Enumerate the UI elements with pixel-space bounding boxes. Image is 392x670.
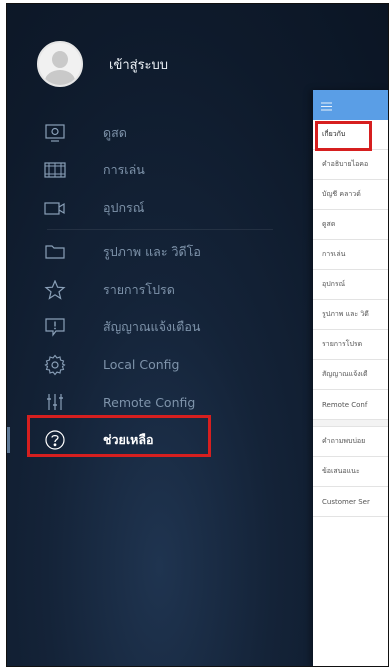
- help-item-about[interactable]: เกี่ยวกับ: [313, 120, 388, 150]
- help-item-cloud-account[interactable]: บัญชี คลาวด์: [313, 180, 388, 210]
- sidebar-item-alarm[interactable]: สัญญาณแจ้งเตือน: [7, 309, 313, 347]
- sidebar-item-playback[interactable]: การเล่น: [7, 152, 313, 190]
- sidebar-item-label: ช่วยเหลือ: [103, 431, 154, 447]
- folder-icon: [43, 241, 67, 263]
- sidebar-item-label: สัญญาณแจ้งเตือน: [103, 319, 201, 335]
- star-icon: [43, 279, 67, 301]
- sidebar-item-label: อุปกรณ์: [103, 199, 145, 215]
- sidebar-item-devices[interactable]: อุปกรณ์: [7, 189, 313, 227]
- sidebar-item-label: รูปภาพ และ วิดีโอ: [103, 244, 201, 260]
- help-item-alarm[interactable]: สัญญาณแจ้งเตื: [313, 360, 388, 390]
- help-item-live-view[interactable]: ดูสด: [313, 210, 388, 240]
- app-frame: เข้าสู่ระบบ ดูสด การเล่น อุปกรณ์ รูปภาพ …: [6, 3, 389, 667]
- sidebar-item-local-config[interactable]: Local Config: [7, 346, 313, 384]
- help-item-customer-service[interactable]: Customer Ser: [313, 487, 388, 517]
- sidebar-item-live-view[interactable]: ดูสด: [7, 114, 313, 152]
- sidebar-item-help[interactable]: ช่วยเหลือ: [7, 421, 313, 459]
- camera-icon: [43, 197, 67, 219]
- help-item-faq[interactable]: คำถามพบบ่อย: [313, 427, 388, 457]
- sidebar-item-label: การเล่น: [103, 162, 145, 178]
- help-panel: เกี่ยวกับ คำอธิบายไอคอ บัญชี คลาวด์ ดูสด…: [313, 90, 388, 666]
- help-item-pictures-videos[interactable]: รูปภาพ และ วิดี: [313, 300, 388, 330]
- sliders-icon: [43, 391, 67, 413]
- active-indicator: [7, 427, 10, 453]
- avatar-head: [52, 51, 68, 68]
- help-panel-gap: [313, 420, 388, 427]
- profile-row[interactable]: เข้าสู่ระบบ: [37, 40, 168, 88]
- help-item-remote-config[interactable]: Remote Conf: [313, 390, 388, 420]
- help-item-icon-description[interactable]: คำอธิบายไอคอ: [313, 150, 388, 180]
- help-item-devices[interactable]: อุปกรณ์: [313, 270, 388, 300]
- hamburger-icon[interactable]: [321, 96, 332, 115]
- help-item-feedback[interactable]: ข้อเสนอแนะ: [313, 457, 388, 487]
- menu-divider: [47, 228, 273, 230]
- sidebar-item-label: Local Config: [103, 357, 180, 373]
- avatar-body: [45, 70, 75, 85]
- monitor-icon: [43, 122, 67, 144]
- help-item-playback[interactable]: การเล่น: [313, 240, 388, 270]
- sidebar-item-remote-config[interactable]: Remote Config: [7, 384, 313, 422]
- help-item-favorites[interactable]: รายการโปรด: [313, 330, 388, 360]
- help-panel-list: เกี่ยวกับ คำอธิบายไอคอ บัญชี คลาวด์ ดูสด…: [313, 120, 388, 517]
- avatar[interactable]: [37, 41, 83, 87]
- login-label[interactable]: เข้าสู่ระบบ: [109, 54, 168, 75]
- alert-icon: [43, 316, 67, 338]
- sidebar-item-label: ดูสด: [103, 124, 127, 140]
- film-icon: [43, 159, 67, 181]
- sidebar-item-favorites[interactable]: รายการโปรด: [7, 271, 313, 309]
- sidebar-item-pictures-videos[interactable]: รูปภาพ และ วิดีโอ: [7, 234, 313, 272]
- sidebar-item-label: รายการโปรด: [103, 281, 175, 297]
- help-icon: [43, 429, 67, 451]
- help-panel-header: [313, 90, 388, 120]
- sidebar: เข้าสู่ระบบ ดูสด การเล่น อุปกรณ์ รูปภาพ …: [7, 4, 313, 666]
- sidebar-item-label: Remote Config: [103, 394, 196, 410]
- sidebar-menu: ดูสด การเล่น อุปกรณ์ รูปภาพ และ วิดีโอ ร…: [7, 114, 313, 459]
- gear-icon: [43, 354, 67, 376]
